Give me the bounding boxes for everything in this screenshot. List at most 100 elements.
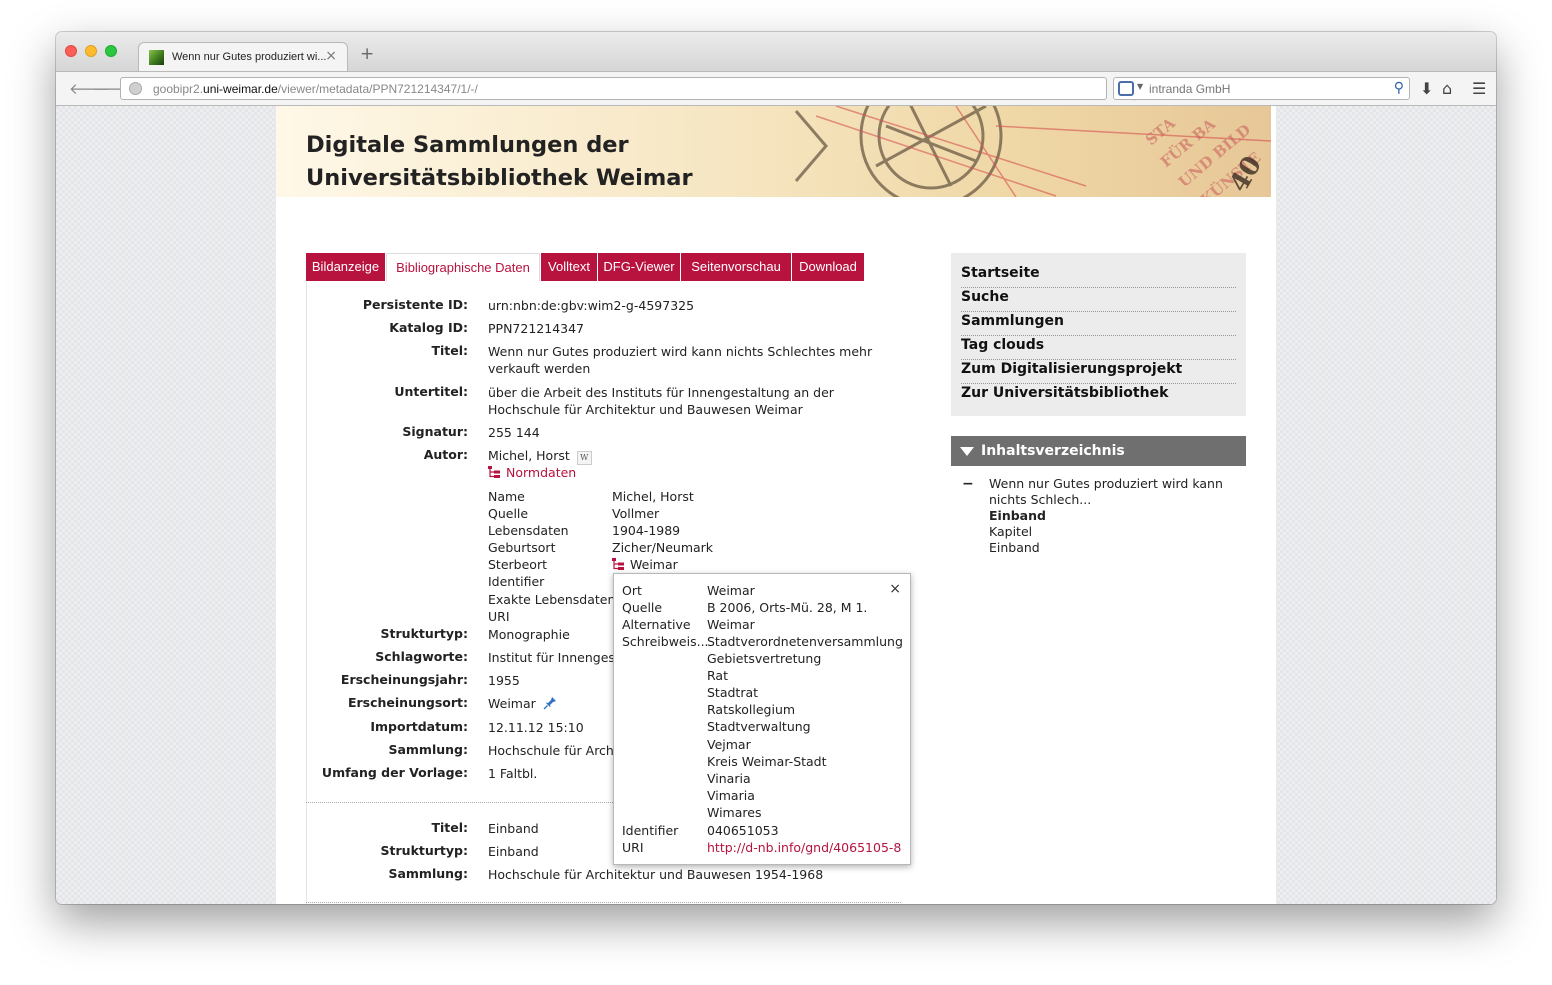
minimize-window-button[interactable] xyxy=(85,45,97,57)
sidebar-item-universitaetsbibliothek[interactable]: Zur Universitätsbibliothek xyxy=(961,385,1236,407)
wikipedia-icon[interactable]: W xyxy=(576,451,592,465)
tab-title: Wenn nur Gutes produziert wi... xyxy=(172,51,327,63)
popover-alternative: Stadtrat xyxy=(707,685,759,700)
normdaten-value: 1904-1989 xyxy=(612,523,681,538)
toc-item[interactable]: Einband xyxy=(989,508,1046,523)
search-engine-icon[interactable] xyxy=(1118,81,1134,96)
normdaten-key: Lebensdaten xyxy=(488,523,569,538)
caret-down-icon xyxy=(960,447,974,456)
normdaten-key: Geburtsort xyxy=(488,540,556,555)
sidebar-item-digitalisierungsprojekt[interactable]: Zum Digitalisierungsprojekt xyxy=(961,361,1236,384)
popover-alternative: Kreis Weimar-Stadt xyxy=(707,754,827,769)
url-bar[interactable]: goobipr2.uni-weimar.de/viewer/metadata/P… xyxy=(120,77,1155,101)
erscheinungsort-value: Weimar xyxy=(488,696,536,711)
url-text[interactable]: goobipr2.uni-weimar.de/viewer/metadata/P… xyxy=(153,82,478,96)
normdaten-link-row[interactable]: Normdaten xyxy=(488,465,576,480)
meta-label: Titel: xyxy=(431,343,468,358)
normdaten-value: Michel, Horst xyxy=(612,489,694,504)
page-container: STA FÜR BA UND BILD KÜNSTE 40 Digitale S… xyxy=(276,106,1276,904)
meta-value: 255 144 xyxy=(488,425,540,440)
popover-key: Quelle xyxy=(622,600,663,615)
search-bar[interactable]: ▼ intranda GmbH ⚲ xyxy=(1113,77,1410,100)
tab-bibliographische-daten[interactable]: Bibliographische Daten xyxy=(386,253,540,281)
browser-tab[interactable]: Wenn nur Gutes produziert wi... × xyxy=(138,42,348,72)
page-title[interactable]: Digitale Sammlungen der Universitätsbibl… xyxy=(306,129,693,195)
tab-volltext[interactable]: Volltext xyxy=(541,253,597,281)
sidebar-item-tag-clouds[interactable]: Tag clouds xyxy=(961,337,1236,360)
normdaten-key: Sterbeort xyxy=(488,557,547,572)
toc-item[interactable]: Kapitel xyxy=(989,524,1032,539)
popover-alternative: Wimares xyxy=(707,805,762,820)
url-path: /viewer/metadata/PPN721214347/1/-/ xyxy=(277,82,478,96)
meta-label: Strukturtyp: xyxy=(380,626,468,641)
new-tab-button[interactable]: + xyxy=(360,44,374,64)
browser-window: Wenn nur Gutes produziert wi... × + 🡐 🡒 … xyxy=(56,32,1496,904)
favicon-icon xyxy=(149,50,164,65)
meta-label: Strukturtyp: xyxy=(380,843,468,858)
sidebar-item-sammlungen[interactable]: Sammlungen xyxy=(961,313,1236,336)
meta-value: urn:nbn:de:gbv:wim2-g-4597325 xyxy=(488,298,695,313)
page-title-line2: Universitätsbibliothek Weimar xyxy=(306,165,693,191)
sidebar-item-startseite[interactable]: Startseite xyxy=(961,265,1236,288)
url-host: uni-weimar.de xyxy=(203,82,278,96)
tab-close-icon[interactable]: × xyxy=(325,48,337,64)
sterbeort-value: Weimar xyxy=(630,557,678,572)
search-input[interactable]: intranda GmbH xyxy=(1149,82,1230,96)
popover-alternative: Ratskollegium xyxy=(707,702,796,717)
home-icon[interactable]: ⌂ xyxy=(1442,79,1452,98)
toc-root-item[interactable]: Wenn nur Gutes produziert wird kann nich… xyxy=(989,476,1234,508)
tab-seitenvorschau[interactable]: Seitenvorschau xyxy=(681,253,791,281)
search-icon[interactable]: ⚲ xyxy=(1394,80,1404,96)
header-banner: STA FÜR BA UND BILD KÜNSTE 40 Digitale S… xyxy=(276,106,1271,197)
normdaten-link[interactable]: Normdaten xyxy=(506,465,576,480)
sterbeort-tree-icon[interactable] xyxy=(612,558,624,570)
title-bar: Wenn nur Gutes produziert wi... × + xyxy=(56,32,1496,72)
download-icon[interactable]: ⬇ xyxy=(1420,79,1433,98)
toc-item[interactable]: Einband xyxy=(989,540,1040,555)
popover-alternative: Stadtverwaltung xyxy=(707,719,811,734)
popover-value: Weimar xyxy=(707,583,755,598)
meta-value: Wenn nur Gutes produziert wird kann nich… xyxy=(488,344,873,376)
author-name[interactable]: Michel, Horst xyxy=(488,448,570,463)
normdaten-key: URI xyxy=(488,609,510,624)
popover-key: Alternative xyxy=(622,617,691,632)
popover-key: Schreibweis... xyxy=(622,634,709,649)
popover-alternative: Gebietsvertretung xyxy=(707,651,822,666)
tab-download[interactable]: Download xyxy=(792,253,864,281)
close-icon[interactable]: × xyxy=(889,581,901,597)
meta-value: über die Arbeit des Instituts für Inneng… xyxy=(488,385,834,417)
normdaten-value: Vollmer xyxy=(612,506,660,521)
map-pin-icon[interactable] xyxy=(543,696,557,710)
toc-header[interactable]: Inhaltsverzeichnis xyxy=(951,436,1246,466)
popover-alternative: Vimaria xyxy=(707,788,755,803)
popover-uri-link[interactable]: http://d-nb.info/gnd/4065105-8 xyxy=(707,840,901,855)
normdaten-value[interactable]: Weimar xyxy=(612,557,678,572)
meta-label: Titel: xyxy=(431,820,468,835)
tab-dfg-viewer[interactable]: DFG-Viewer xyxy=(598,253,680,281)
normdaten-popover: × Ort Weimar Quelle B 2006, Orts-Mü. 28,… xyxy=(613,573,911,865)
menu-icon[interactable]: ☰ xyxy=(1472,79,1486,98)
popover-alternative: Stadtverordnetenversammlung xyxy=(707,634,903,649)
popover-key: URI xyxy=(622,840,644,855)
meta-label: Schlagworte: xyxy=(375,649,468,664)
popover-value: 040651053 xyxy=(707,823,779,838)
meta-label: Sammlung: xyxy=(388,866,468,881)
normdaten-key: Identifier xyxy=(488,574,545,589)
zoom-window-button[interactable] xyxy=(105,45,117,57)
meta-label: Umfang der Vorlage: xyxy=(321,765,468,780)
tab-bildanzeige[interactable]: Bildanzeige xyxy=(306,253,385,281)
meta-value: PPN721214347 xyxy=(488,321,585,336)
meta-value[interactable]: Hochschule für Architektur und Bauwesen … xyxy=(488,866,903,883)
meta-label: Erscheinungsort: xyxy=(347,695,468,710)
collapse-icon[interactable]: − xyxy=(962,476,974,492)
normdaten-tree-icon xyxy=(488,466,500,478)
chevron-down-icon[interactable]: ▼ xyxy=(1137,82,1143,91)
globe-icon xyxy=(129,82,142,95)
meta-label: Untertitel: xyxy=(394,384,468,399)
close-window-button[interactable] xyxy=(65,45,77,57)
sidebar-item-suche[interactable]: Suche xyxy=(961,289,1236,312)
popover-alternative: Rat xyxy=(707,668,728,683)
content-left-border xyxy=(306,282,307,904)
sidebar-nav: Startseite Suche Sammlungen Tag clouds Z… xyxy=(951,253,1246,416)
meta-label: Autor: xyxy=(423,447,468,462)
